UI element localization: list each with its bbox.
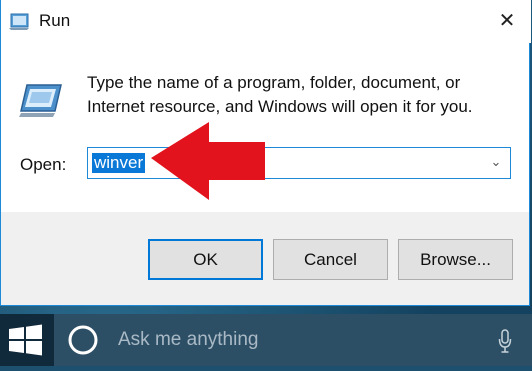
title-bar[interactable]: Run ✕ (1, 0, 531, 43)
close-button[interactable]: ✕ (493, 7, 521, 35)
run-icon (9, 13, 29, 30)
microphone-icon[interactable] (498, 329, 512, 353)
cancel-button[interactable]: Cancel (273, 239, 388, 280)
red-arrow-icon (151, 122, 265, 200)
chevron-down-icon[interactable]: ⌄ (489, 152, 503, 172)
cortana-circle-icon (68, 325, 98, 355)
start-button[interactable] (0, 314, 52, 366)
close-icon: ✕ (498, 10, 516, 32)
taskbar: Ask me anything (0, 314, 532, 366)
description-text: Type the name of a program, folder, docu… (87, 73, 473, 116)
window-title: Run (39, 11, 71, 30)
cortana-search-box[interactable]: Ask me anything (54, 314, 532, 366)
open-label: Open: (20, 155, 67, 174)
run-icon (19, 84, 62, 117)
windows-logo-icon (9, 324, 42, 356)
open-input-value[interactable]: winver (92, 153, 146, 173)
run-dialog: Run ✕ Type the name of a program, folder… (0, 0, 531, 306)
browse-button[interactable]: Browse... (398, 239, 513, 280)
ok-button[interactable]: OK (148, 239, 263, 280)
search-placeholder: Ask me anything (118, 329, 259, 350)
